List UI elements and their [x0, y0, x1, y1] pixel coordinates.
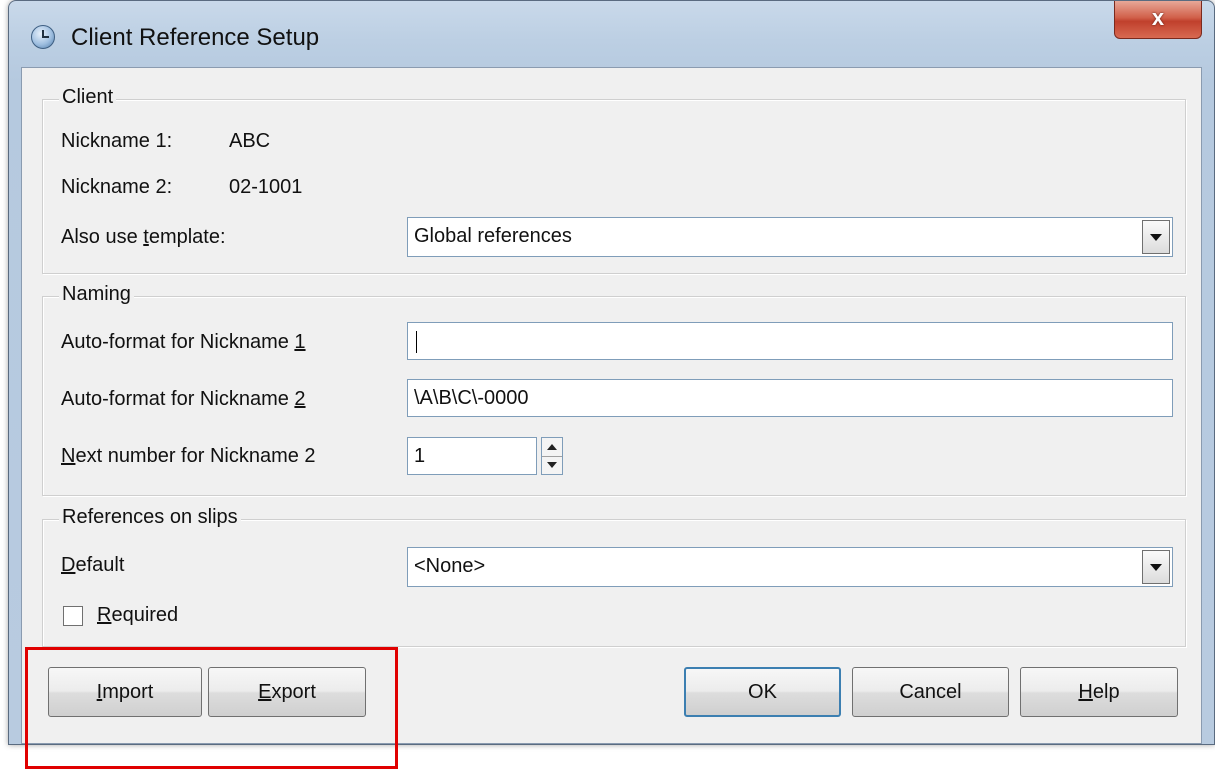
template-label: Also use template: — [61, 226, 226, 248]
required-label[interactable]: Required — [97, 604, 178, 627]
auto-format-2-label: Auto-format for Nickname 2 — [61, 388, 306, 410]
slips-group: References on slips Default <None> Requi… — [42, 506, 1186, 647]
nickname1-label: Nickname 1: — [61, 130, 173, 152]
dialog-window: Client Reference Setup x Client Nickname… — [8, 0, 1215, 745]
spin-up-icon[interactable] — [542, 438, 562, 457]
help-button[interactable]: Help — [1020, 667, 1178, 717]
default-select-value: <None> — [414, 555, 486, 577]
dialog-body: Client Nickname 1: ABC Nickname 2: 02-10… — [21, 67, 1202, 744]
template-select-value: Global references — [414, 225, 572, 247]
spin-down-icon[interactable] — [542, 456, 562, 474]
export-button[interactable]: Export — [208, 667, 366, 717]
template-select[interactable]: Global references — [407, 217, 1173, 257]
nickname2-value: 02-1001 — [229, 176, 303, 198]
ok-button[interactable]: OK — [684, 667, 841, 717]
next-number-label: Next number for Nickname 2 — [61, 445, 316, 467]
naming-group: Naming Auto-format for Nickname 1 Auto-f… — [42, 283, 1186, 496]
auto-format-1-input[interactable] — [407, 322, 1173, 360]
auto-format-1-label: Auto-format for Nickname 1 — [61, 331, 306, 353]
window-title: Client Reference Setup — [71, 24, 320, 51]
required-checkbox[interactable] — [63, 606, 83, 626]
default-select[interactable]: <None> — [407, 547, 1173, 587]
next-number-input[interactable]: 1 — [407, 437, 537, 475]
cancel-button[interactable]: Cancel — [852, 667, 1009, 717]
nickname1-value: ABC — [229, 130, 271, 152]
close-button[interactable]: x — [1114, 1, 1202, 39]
clock-icon — [31, 25, 55, 49]
text-caret — [416, 330, 417, 353]
client-group-legend: Client — [59, 86, 117, 109]
title-bar[interactable]: Client Reference Setup x — [9, 1, 1214, 67]
default-label: Default — [61, 554, 125, 576]
next-number-spinner[interactable] — [541, 437, 563, 475]
auto-format-2-input[interactable]: \A\B\C\-0000 — [407, 379, 1173, 417]
chevron-down-icon[interactable] — [1142, 550, 1170, 584]
nickname2-label: Nickname 2: — [61, 176, 173, 198]
import-button[interactable]: Import — [48, 667, 202, 717]
client-group: Client Nickname 1: ABC Nickname 2: 02-10… — [42, 86, 1186, 274]
slips-group-legend: References on slips — [59, 506, 241, 529]
chevron-down-icon[interactable] — [1142, 220, 1170, 254]
naming-group-legend: Naming — [59, 283, 134, 306]
